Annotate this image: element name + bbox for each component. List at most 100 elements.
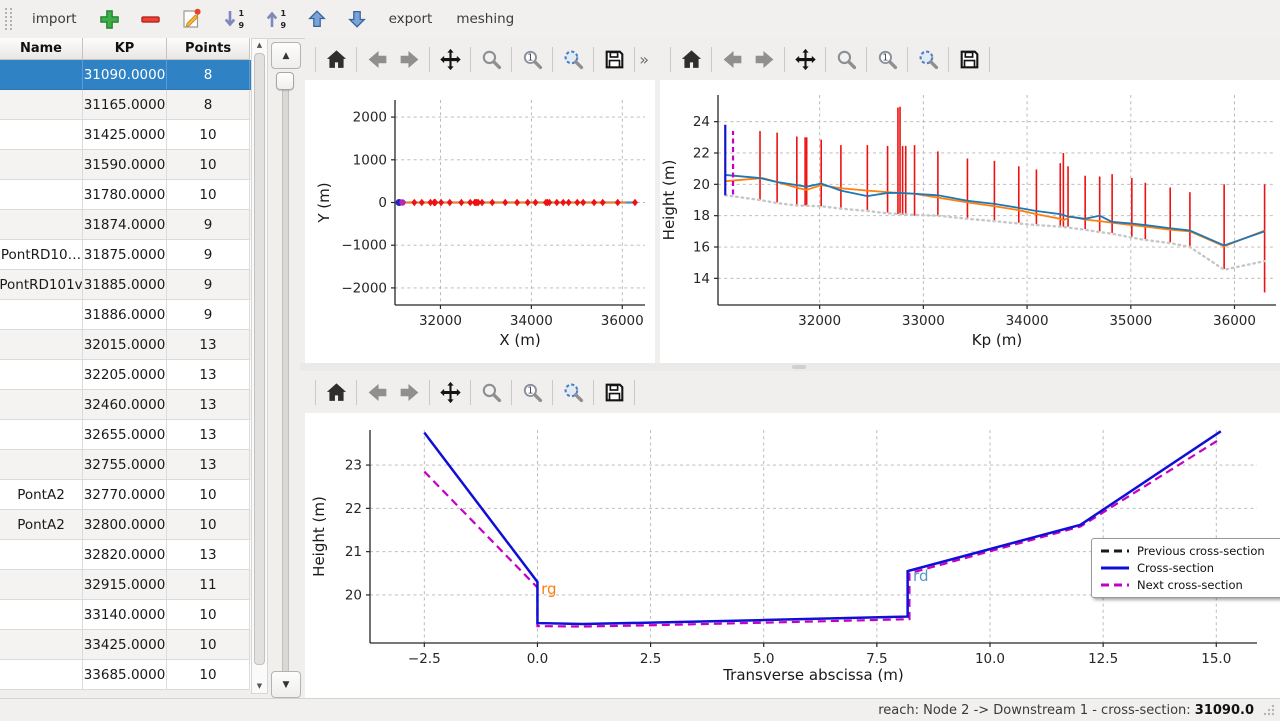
table-row[interactable]: 33685.0000 10: [0, 660, 251, 690]
slider-down-button[interactable]: ▼: [271, 671, 301, 698]
resize-grip[interactable]: [1262, 703, 1276, 717]
forward-button[interactable]: [749, 44, 779, 74]
zoom-fit-button[interactable]: [558, 44, 588, 74]
add-cross-section-button[interactable]: [92, 4, 127, 34]
toolbar-overflow-chevron[interactable]: »: [639, 50, 649, 69]
save-figure-button[interactable]: [599, 377, 629, 407]
table-row[interactable]: PontRD101v 31885.0000 9: [0, 270, 251, 300]
svg-text:Height (m): Height (m): [660, 160, 678, 241]
zoom-rect-button[interactable]: [831, 44, 861, 74]
table-row[interactable]: 31874.0000 9: [0, 210, 251, 240]
import-button[interactable]: import: [23, 4, 86, 34]
table-row[interactable]: 31780.0000 10: [0, 180, 251, 210]
pan-button[interactable]: [790, 44, 820, 74]
home-button[interactable]: [676, 44, 706, 74]
meshing-button[interactable]: meshing: [447, 4, 523, 34]
back-button[interactable]: [717, 44, 747, 74]
remove-cross-section-button[interactable]: [133, 4, 168, 34]
sort-ascending-button[interactable]: 19: [258, 4, 294, 34]
forward-button[interactable]: [394, 377, 424, 407]
cell-kp: 33685.0000: [83, 660, 167, 690]
pan-button[interactable]: [435, 377, 465, 407]
table-row[interactable]: 31886.0000 9: [0, 300, 251, 330]
toolbar-drag-handle[interactable]: [5, 8, 12, 30]
table-row[interactable]: PontRD10… 31875.0000 9: [0, 240, 251, 270]
svg-text:34000: 34000: [510, 313, 553, 329]
toolbar-separator: [429, 47, 430, 72]
horizontal-splitter[interactable]: [300, 363, 1280, 371]
save-figure-button[interactable]: [954, 44, 984, 74]
slider-groove[interactable]: [282, 72, 289, 704]
home-button[interactable]: [321, 44, 351, 74]
table-scrollbar[interactable]: ▲ ▼: [251, 38, 268, 694]
table-row[interactable]: 32205.0000 13: [0, 360, 251, 390]
legend-label: Next cross-section: [1137, 578, 1243, 592]
scrollbar-thumb[interactable]: [254, 53, 265, 665]
back-button[interactable]: [362, 44, 392, 74]
forward-button[interactable]: [394, 44, 424, 74]
column-header-points[interactable]: Points: [167, 38, 250, 60]
home-button[interactable]: [321, 377, 351, 407]
svg-text:0: 0: [378, 195, 387, 211]
table-row[interactable]: PontA2 32770.0000 10: [0, 480, 251, 510]
home-icon: [679, 47, 704, 72]
toolbar-separator: [989, 47, 990, 72]
table-row[interactable]: 32915.0000 11: [0, 570, 251, 600]
pan-icon: [438, 47, 463, 72]
column-header-kp[interactable]: KP: [83, 38, 167, 60]
table-row[interactable]: 31090.0000 8: [0, 60, 251, 90]
export-button[interactable]: export: [380, 4, 442, 34]
zoom-initial-button[interactable]: 1: [872, 44, 902, 74]
pan-icon: [793, 47, 818, 72]
cell-points: 10: [167, 480, 250, 510]
zoom-rect-button[interactable]: [476, 44, 506, 74]
column-header-name[interactable]: Name: [0, 38, 83, 60]
cell-points: 13: [167, 450, 250, 480]
table-row[interactable]: 31590.0000 10: [0, 150, 251, 180]
move-down-button[interactable]: [340, 4, 374, 34]
sort-descending-button[interactable]: 19: [216, 4, 252, 34]
cell-points: 8: [167, 90, 250, 120]
table-row[interactable]: 33140.0000 10: [0, 600, 251, 630]
profile-chart[interactable]: 3200033000340003500036000242220181614Kp …: [660, 80, 1280, 358]
svg-text:−2.5: −2.5: [408, 651, 441, 667]
cell-name: [0, 450, 83, 480]
back-button[interactable]: [362, 377, 392, 407]
svg-text:24: 24: [693, 114, 710, 130]
plan-view-chart[interactable]: 320003400036000200010000−1000−2000X (m)Y…: [305, 80, 655, 358]
table-row[interactable]: 32820.0000 13: [0, 540, 251, 570]
zoom-initial-button[interactable]: 1: [517, 377, 547, 407]
zoom-fit-button[interactable]: [913, 44, 943, 74]
toolbar-separator: [315, 380, 316, 405]
table-row[interactable]: 31165.0000 8: [0, 90, 251, 120]
scrollbar-up-arrow[interactable]: ▲: [252, 39, 267, 52]
slider-up-button[interactable]: ▲: [271, 42, 301, 69]
table-row[interactable]: 32755.0000 13: [0, 450, 251, 480]
pan-button[interactable]: [435, 44, 465, 74]
save-figure-button[interactable]: [599, 44, 629, 74]
cell-kp: 31780.0000: [83, 180, 167, 210]
cell-points: 13: [167, 360, 250, 390]
toolbar-separator: [866, 47, 867, 72]
toolbar-separator: [552, 380, 553, 405]
table-row[interactable]: 32015.0000 13: [0, 330, 251, 360]
svg-text:36000: 36000: [601, 313, 644, 329]
magnifier-one-icon: 1: [875, 47, 900, 72]
zoom-initial-button[interactable]: 1: [517, 44, 547, 74]
table-row[interactable]: 31425.0000 10: [0, 120, 251, 150]
slider-handle[interactable]: [276, 72, 294, 90]
zoom-fit-button[interactable]: [558, 377, 588, 407]
scrollbar-down-arrow[interactable]: ▼: [252, 680, 267, 693]
cell-name: [0, 660, 83, 690]
zoom-rect-button[interactable]: [476, 377, 506, 407]
edit-cross-section-button[interactable]: [174, 4, 210, 34]
magnifier-icon: [479, 380, 504, 405]
cell-name: [0, 600, 83, 630]
move-up-button[interactable]: [300, 4, 334, 34]
svg-text:22: 22: [693, 145, 710, 161]
table-row[interactable]: 33425.0000 10: [0, 630, 251, 660]
cell-kp: 32755.0000: [83, 450, 167, 480]
table-row[interactable]: PontA2 32800.0000 10: [0, 510, 251, 540]
table-row[interactable]: 32655.0000 13: [0, 420, 251, 450]
table-row[interactable]: 32460.0000 13: [0, 390, 251, 420]
